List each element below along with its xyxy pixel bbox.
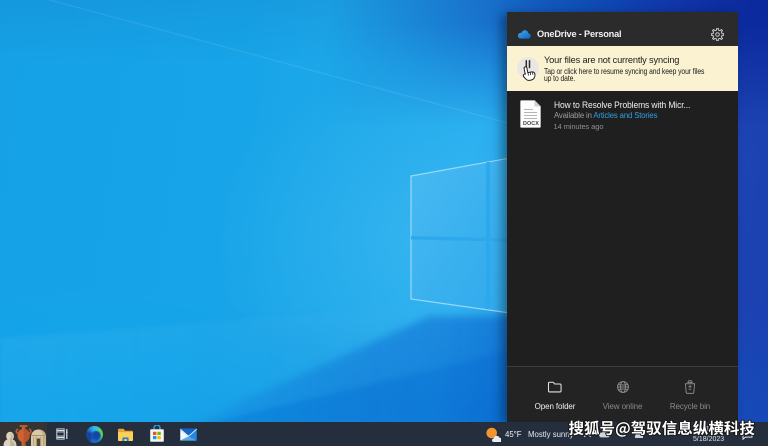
svg-text:DOCX: DOCX — [523, 121, 539, 127]
